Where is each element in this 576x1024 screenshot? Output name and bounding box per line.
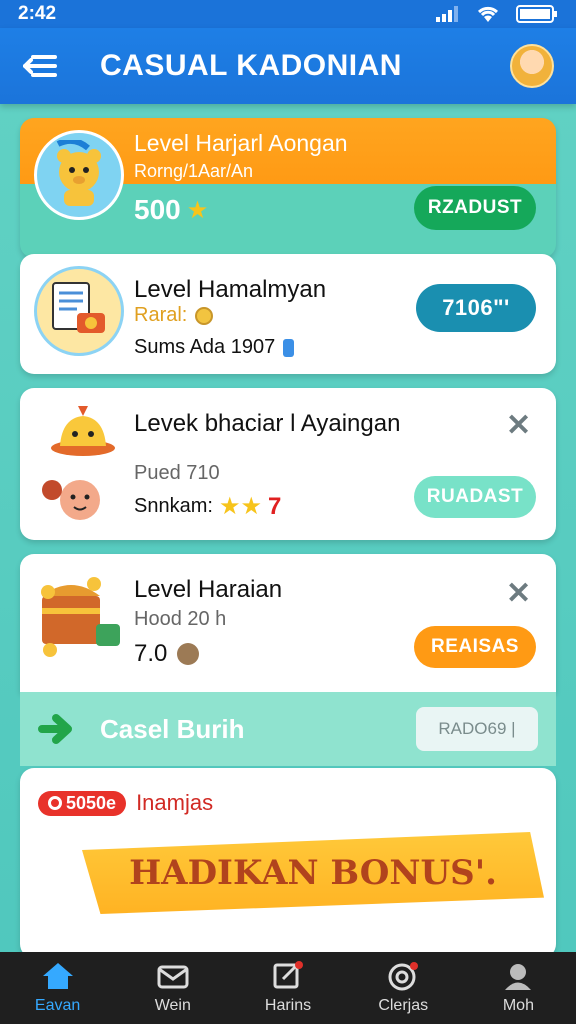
target-icon [386, 961, 420, 991]
edit-icon [271, 961, 305, 991]
arrow-right-icon [38, 710, 76, 748]
battery-icon [516, 5, 557, 23]
bonus-tag-icon [48, 796, 62, 810]
card-4-value: 7.0 [134, 640, 168, 667]
card-2-stats: Sums Ada 1907 [134, 336, 276, 358]
avatar[interactable] [510, 44, 554, 88]
battery-small-icon [283, 338, 295, 357]
burst-title: Casel Burih [100, 713, 245, 744]
nav-label: Moh [502, 997, 534, 1014]
level-card-4[interactable]: Level Haraian ✕ Hood 20 h 7.0 REAISAS [20, 554, 556, 692]
back-menu-icon[interactable] [22, 48, 58, 84]
card-2-label: Raral: [134, 304, 188, 326]
character-face-icon [40, 470, 104, 526]
star-icon: ★ [186, 196, 209, 224]
nav-label: Harins [264, 997, 312, 1014]
nav-profile[interactable]: Moh [461, 952, 576, 1024]
profile-icon [501, 961, 535, 991]
featured-reward-value: 500 [134, 194, 181, 225]
bonus-card[interactable]: 5050e Inamjas HADIKAN BONUS'. [20, 768, 556, 958]
level-card-2[interactable]: Level Hamalmyan Raral: Sums Ada 1907 710… [20, 254, 556, 374]
card-3-rating: Snnkam: ★★ 7 [134, 492, 281, 521]
featured-card-subtitle: Rorng/1Aar/An [134, 161, 254, 181]
featured-level-card[interactable]: Level Harjarl Aongan Rorng/1Aar/An 500 ★… [20, 118, 556, 258]
nav-label: Eavan [34, 997, 81, 1014]
nav-label: Clerjas [378, 997, 429, 1014]
card-4-line2: Hood 20 h [134, 608, 227, 630]
bottom-navigation: Eavan Wein Harins Clerjas Moh [0, 952, 576, 1024]
bonus-banner[interactable]: HADIKAN BONUS'. [82, 832, 544, 914]
home-icon [41, 961, 75, 991]
casel-burih-row[interactable]: Casel Burih RADO69 | [20, 692, 556, 766]
featured-reward: 500 ★ [134, 194, 208, 226]
wifi-icon [477, 6, 499, 22]
card-2-line3: Sums Ada 1907 [134, 336, 295, 359]
level-card-3[interactable]: Levek bhaciar l Ayaingan ✕ Pued 710 Snnk… [20, 388, 556, 540]
card-3-line2: Pued 710 [134, 462, 220, 484]
card-3-action-button[interactable]: RUADAST [414, 476, 536, 518]
documents-icon [34, 266, 124, 356]
bonus-label: Inamjas [136, 790, 214, 815]
featured-action-button[interactable]: RZADUST [414, 186, 536, 230]
card-4-action-button[interactable]: REAISAS [414, 626, 536, 668]
featured-card-title: Level Harjarl Aongan [134, 130, 348, 156]
card-4-title: Level Haraian [134, 576, 283, 603]
nav-messages[interactable]: Wein [115, 952, 230, 1024]
envelope-icon [156, 961, 190, 991]
star-icon: ★★ [218, 493, 262, 520]
nav-home[interactable]: Eavan [0, 952, 115, 1024]
nav-edit[interactable]: Harins [230, 952, 345, 1024]
bear-mascot-icon [34, 130, 124, 220]
close-icon[interactable]: ✕ [506, 408, 531, 443]
bonus-tag-text: 5050e [66, 792, 117, 813]
treasure-chest-icon [34, 568, 124, 658]
pudding-icon [48, 402, 118, 458]
card-3-title: Levek bhaciar l Ayaingan [134, 410, 401, 437]
bonus-header: 5050e Inamjas [38, 790, 213, 816]
card-3-rating-value: 7 [267, 492, 282, 520]
card-2-action-button[interactable]: 7106"' [416, 284, 536, 332]
card-2-line2: Raral: [134, 304, 214, 327]
cookie-icon [177, 643, 200, 665]
nav-label: Wein [154, 997, 191, 1014]
card-4-line3: 7.0 [134, 640, 200, 668]
app-title: CASUAL KADONIAN [100, 49, 402, 82]
status-bar: 2:42 [0, 0, 576, 28]
close-icon[interactable]: ✕ [506, 576, 531, 611]
signal-icon [436, 6, 458, 22]
nav-target[interactable]: Clerjas [346, 952, 461, 1024]
bonus-tag: 5050e [38, 790, 127, 816]
status-time: 2:42 [18, 3, 57, 24]
card-3-rating-label: Snnkam: [134, 495, 213, 517]
burst-button[interactable]: RADO69 | [416, 707, 538, 751]
coin-icon [195, 306, 214, 325]
app-header: CASUAL KADONIAN [0, 28, 576, 104]
card-2-title: Level Hamalmyan [134, 276, 327, 303]
status-icons [436, 5, 558, 23]
